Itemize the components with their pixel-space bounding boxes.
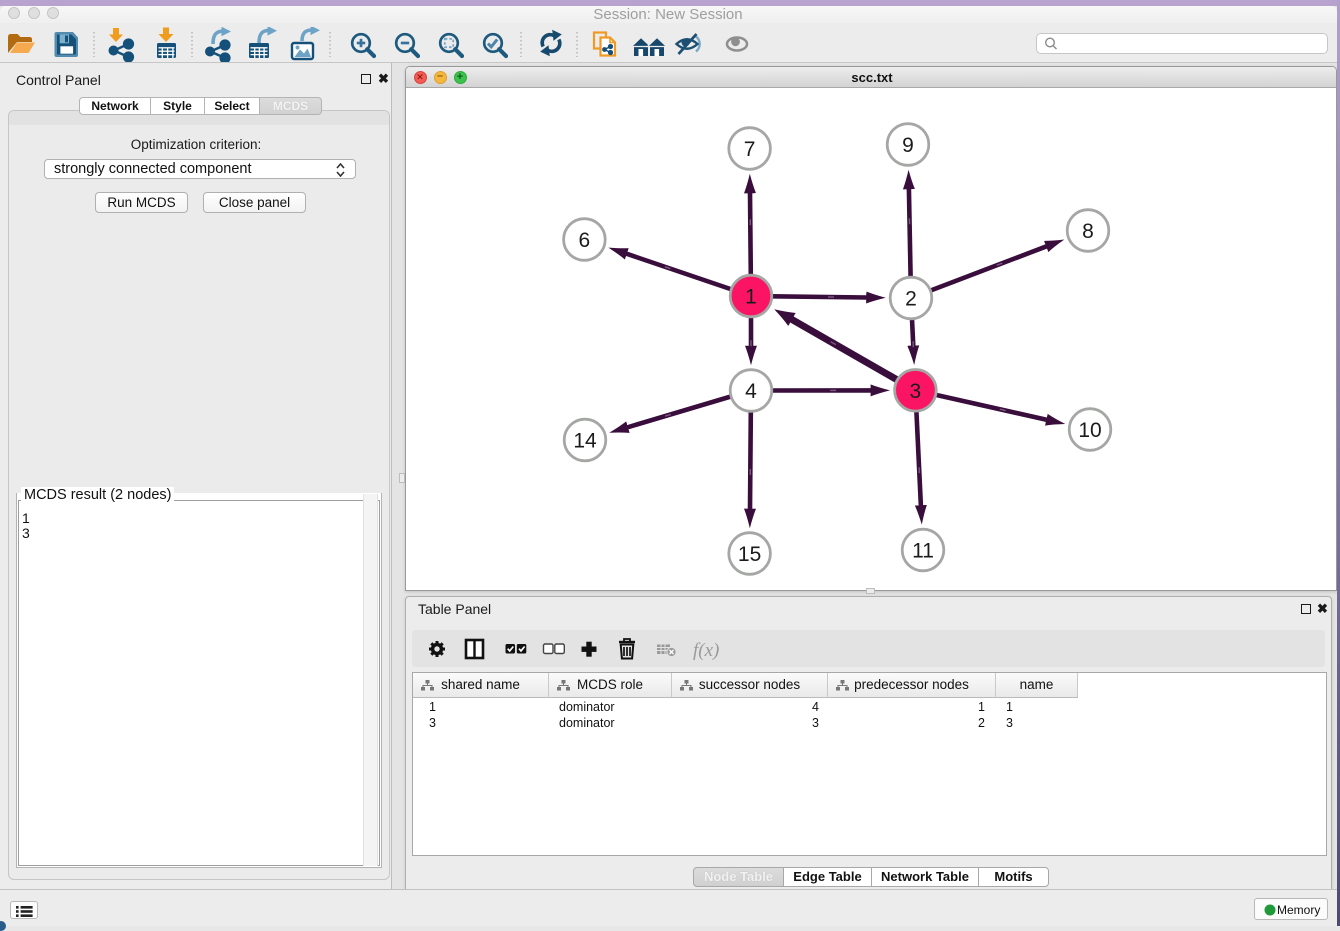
svg-text:14: 14: [573, 430, 597, 453]
svg-text:4: 4: [745, 380, 757, 403]
svg-text:10: 10: [1078, 419, 1101, 442]
svg-text:7: 7: [744, 138, 756, 161]
svg-text:9: 9: [902, 134, 914, 157]
svg-text:11: 11: [912, 540, 934, 563]
svg-text:8: 8: [1082, 220, 1094, 243]
svg-text:f(x): f(x): [693, 640, 719, 661]
svg-text:3: 3: [910, 380, 922, 403]
svg-text:6: 6: [579, 229, 591, 252]
svg-text:1: 1: [745, 286, 757, 309]
svg-text:15: 15: [738, 543, 761, 566]
svg-text:2: 2: [905, 288, 917, 311]
